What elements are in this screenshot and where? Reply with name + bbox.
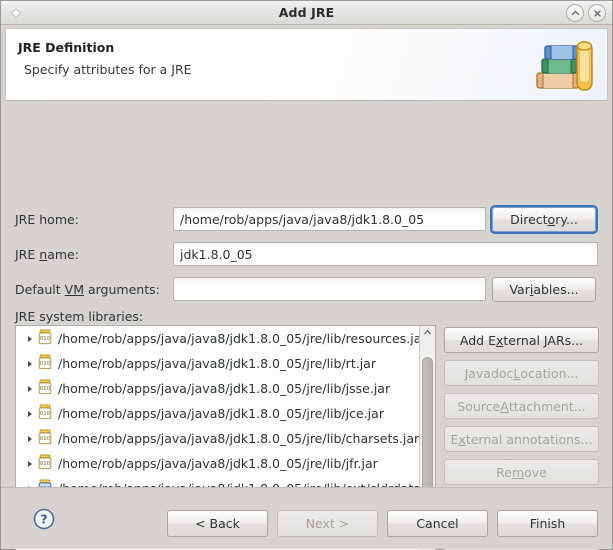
jre-home-label-text: JRE home: [15, 212, 79, 227]
side-button-mnemonic: x [458, 432, 465, 447]
side-button: Source Attachment... [444, 393, 599, 419]
tree-row-label: /home/rob/apps/java/java8/jdk1.8.0_05/jr… [58, 406, 384, 421]
side-button-label-after: ove [524, 465, 547, 480]
tree-row[interactable]: 010/home/rob/apps/java/java8/jdk1.8.0_05… [16, 351, 419, 376]
directory-button-label-after: ry... [555, 212, 578, 227]
titlebar-buttons [566, 4, 606, 22]
jre-system-libraries-label: JRE system libraries: [15, 309, 143, 324]
svg-text:010: 010 [40, 461, 51, 467]
wizard-button-label: < Back [195, 516, 240, 531]
jar-icon-yellow: 010 [36, 328, 54, 349]
wizard-button[interactable]: < Back [167, 510, 268, 537]
jre-home-row: JRE home: Directory... [15, 207, 598, 231]
variables-button-label-before: Var [509, 282, 529, 297]
side-button-label-after: ternal annotations... [466, 432, 593, 447]
expand-arrow-icon[interactable] [23, 460, 36, 468]
expand-arrow-icon[interactable] [23, 360, 36, 368]
jar-icon-yellow: 010 [36, 378, 54, 399]
vm-arguments-input[interactable] [173, 277, 486, 301]
add-jre-dialog: Add JRE JRE Definition Specify attribute… [0, 0, 613, 550]
side-button-label-before: Source [457, 399, 500, 414]
svg-text:010: 010 [40, 361, 51, 367]
expand-arrow-icon[interactable] [23, 435, 36, 443]
directory-button[interactable]: Directory... [492, 207, 596, 232]
dialog-body: JRE home: Directory... JRE name: Default… [1, 101, 612, 487]
vm-arguments-row: Default VM arguments: Variables... [15, 277, 598, 301]
jre-name-label-after: ame: [47, 247, 79, 262]
chevron-up-icon[interactable] [566, 4, 584, 22]
vm-arguments-label: Default VM arguments: [15, 282, 173, 297]
wizard-button-label: Cancel [416, 516, 458, 531]
side-button-label-after: ttachment... [509, 399, 586, 414]
jre-name-label: JRE name: [15, 247, 173, 262]
page-title: JRE Definition [18, 40, 114, 55]
titlebar: Add JRE [1, 1, 612, 25]
window-menu-dot[interactable] [12, 9, 20, 17]
vm-arguments-label-before: Default [15, 282, 65, 297]
wizard-button-label: Finish [530, 516, 566, 531]
expand-arrow-icon[interactable] [23, 410, 36, 418]
wizard-button: Next > [277, 510, 378, 537]
jre-name-label-mnemonic: n [39, 247, 47, 262]
jar-icon-yellow: 010 [36, 353, 54, 374]
side-button-label-before: E [451, 432, 459, 447]
jre-name-label-before: JRE [15, 247, 39, 262]
expand-arrow-icon[interactable] [23, 385, 36, 393]
vm-arguments-label-mnemonic: VM [65, 282, 84, 297]
side-button-mnemonic: A [500, 399, 509, 414]
tree-row[interactable]: 010/home/rob/apps/java/java8/jdk1.8.0_05… [16, 401, 419, 426]
vertical-scroll-thumb[interactable] [422, 357, 433, 497]
jre-home-input[interactable] [173, 207, 486, 231]
svg-text:010: 010 [40, 386, 51, 392]
side-button[interactable]: Add External JARs... [444, 327, 599, 353]
tree-row-label: /home/rob/apps/java/java8/jdk1.8.0_05/jr… [58, 381, 390, 396]
scroll-up-icon[interactable] [420, 326, 435, 339]
window-title: Add JRE [279, 5, 334, 20]
wizard-navigation-buttons: < Back Next > Cancel Finish [167, 510, 598, 537]
wizard-button[interactable]: Finish [497, 510, 598, 537]
jar-icon-yellow: 010 [36, 453, 54, 474]
jar-icon-yellow: 010 [36, 403, 54, 424]
jre-name-input[interactable] [173, 242, 598, 266]
side-button-mnemonic: x [496, 333, 503, 348]
tree-row-label: /home/rob/apps/java/java8/jdk1.8.0_05/jr… [58, 456, 378, 471]
svg-text:010: 010 [40, 436, 51, 442]
jre-home-label: JRE home: [15, 212, 173, 227]
jre-name-row: JRE name: [15, 242, 598, 266]
wizard-button[interactable]: Cancel [387, 510, 488, 537]
books-icon [531, 33, 597, 97]
svg-text:?: ? [40, 512, 47, 527]
jar-icon-yellow: 010 [36, 428, 54, 449]
side-button-label-after: ternal JARs... [503, 333, 583, 348]
svg-text:010: 010 [40, 411, 51, 417]
vm-arguments-label-after: arguments: [84, 282, 160, 297]
tree-row[interactable]: 010/home/rob/apps/java/java8/jdk1.8.0_05… [16, 451, 419, 476]
wizard-button-label: Next > [306, 516, 350, 531]
tree-row[interactable]: 010/home/rob/apps/java/java8/jdk1.8.0_05… [16, 326, 419, 351]
side-button-label-before: Add E [460, 333, 496, 348]
svg-text:010: 010 [40, 336, 51, 342]
side-button-label-after: ocation... [520, 366, 578, 381]
side-button-mnemonic: m [512, 465, 524, 480]
side-button-label-before: Javadoc [465, 366, 514, 381]
directory-button-mnemonic: o [548, 212, 556, 227]
page-subtitle: Specify attributes for a JRE [24, 62, 192, 77]
tree-row[interactable]: 010/home/rob/apps/java/java8/jdk1.8.0_05… [16, 376, 419, 401]
variables-button[interactable]: Variables... [492, 277, 596, 302]
tree-row-label: /home/rob/apps/java/java8/jdk1.8.0_05/jr… [58, 431, 419, 446]
side-button-mnemonic: L [513, 366, 520, 381]
side-button: Javadoc Location... [444, 360, 599, 386]
wizard-header: JRE Definition Specify attributes for a … [5, 28, 608, 101]
variables-button-label-after: ables... [533, 282, 578, 297]
close-icon[interactable] [588, 4, 606, 22]
directory-button-label-before: Direct [510, 212, 547, 227]
expand-arrow-icon[interactable] [23, 335, 36, 343]
tree-row-label: /home/rob/apps/java/java8/jdk1.8.0_05/jr… [58, 331, 419, 346]
side-button: External annotations... [444, 426, 599, 452]
side-button-label-before: Re [496, 465, 512, 480]
tree-row[interactable]: 010/home/rob/apps/java/java8/jdk1.8.0_05… [16, 426, 419, 451]
tree-row-label: /home/rob/apps/java/java8/jdk1.8.0_05/jr… [58, 356, 376, 371]
help-icon[interactable]: ? [32, 507, 56, 531]
side-button: Remove [444, 459, 599, 485]
